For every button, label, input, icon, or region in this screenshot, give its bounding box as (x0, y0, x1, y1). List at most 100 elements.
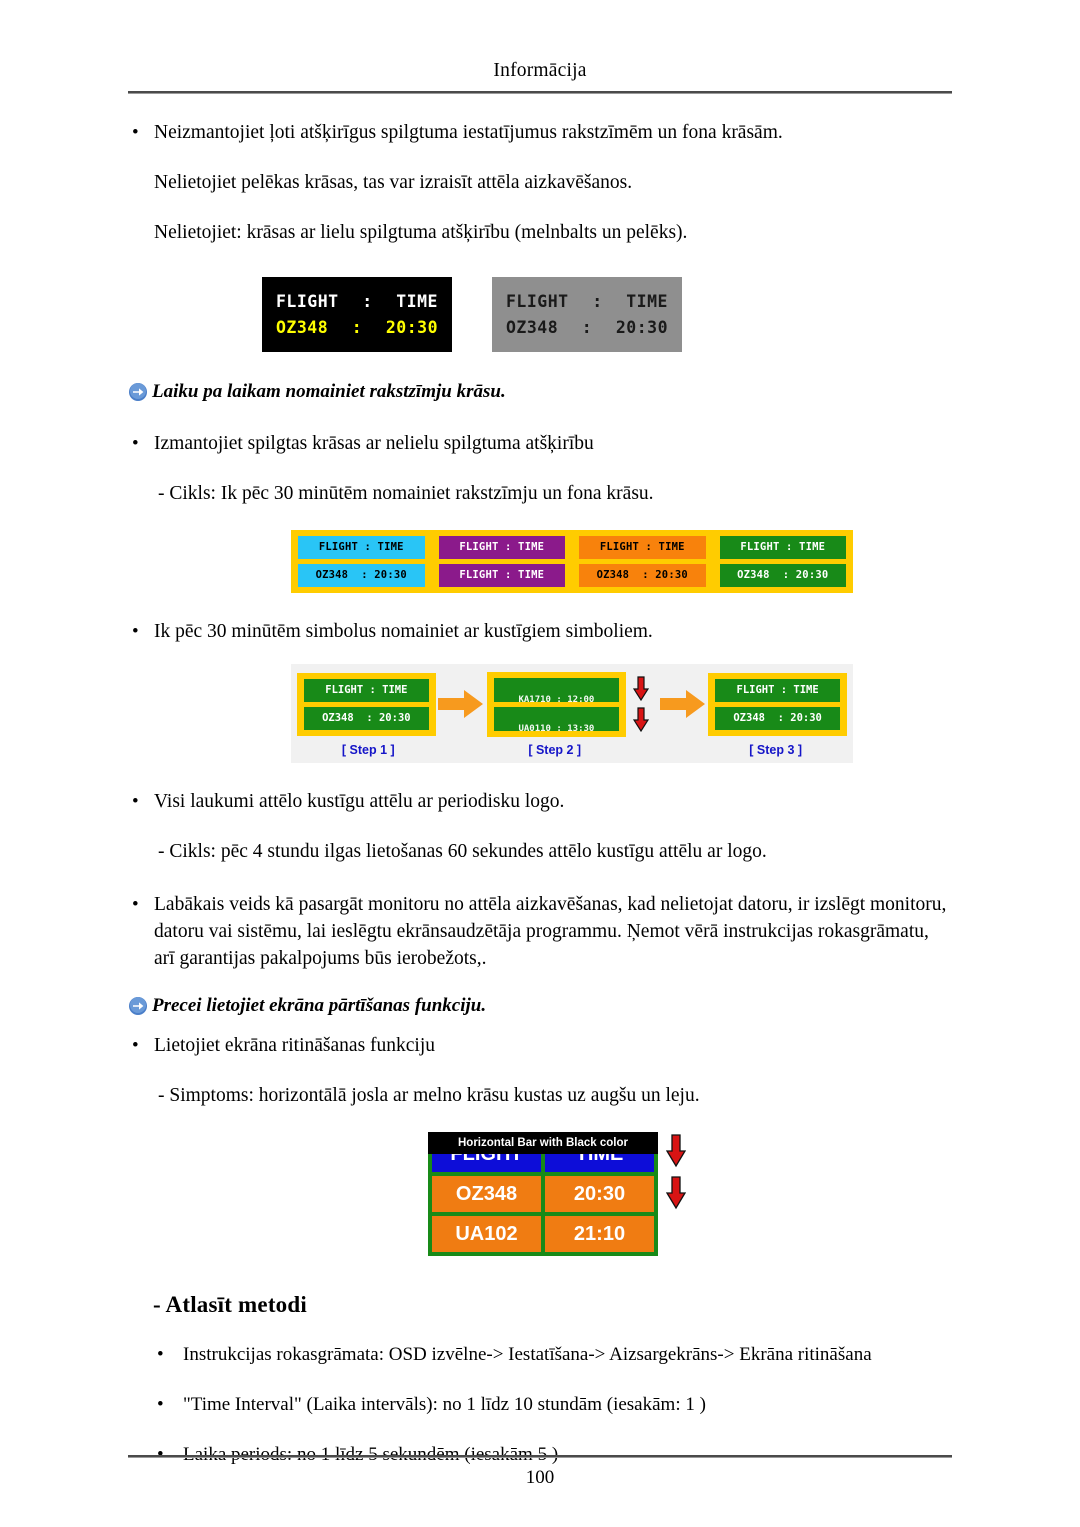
arrow-right-icon-2 (657, 689, 708, 719)
bullet-glyph: • (132, 790, 139, 812)
panel-row-1: FLIGHT : TIME (298, 535, 425, 559)
panel-row-2: OZ348 : 20:30 (579, 563, 706, 588)
intro-paragraph-1: Nelietojiet pelēkas krāsas, tas var izra… (154, 172, 633, 194)
board-line-header: FLIGHT : TIME (506, 289, 668, 315)
method-item-1: • Instrukcijas rokasgrāmata: OSD izvēlne… (153, 1342, 952, 1368)
panel-row-2: FLIGHT : TIME (438, 563, 565, 588)
black-contrast-board: FLIGHT : TIME OZ348 : 20:30 (262, 277, 452, 353)
footer-divider (128, 1455, 952, 1458)
board-time-value: 20:30 (385, 317, 438, 337)
logo-cycle-note: - Cikls: pēc 4 stundu ilgas lietošanas 6… (158, 840, 767, 862)
bullet-glyph: • (157, 1394, 164, 1416)
hbar-time-2: 21:10 (545, 1215, 654, 1252)
arrow-right-icon-1 (436, 689, 487, 719)
steps-labels-row: [ Step 1 ] [ Step 2 ] [ Step 3 ] (297, 743, 847, 757)
orange-panel: FLIGHT : TIME OZ348 : 20:30 (572, 529, 713, 594)
step-1-label: [ Step 1 ] (341, 742, 395, 757)
panel-row-1: FLIGHT : TIME (719, 535, 846, 559)
arrow-down-icon-2 (633, 707, 650, 733)
steps-row: FLIGHT : TIME OZ348 : 20:30 KA1710 : 12:… (297, 671, 847, 737)
step-3-row-1: FLIGHT : TIME (715, 678, 840, 702)
horizontal-bar-figure: Horizontal Bar with Black color FLIGHT T… (428, 1131, 713, 1256)
symptom-note: - Simptoms: horizontālā josla ar melno k… (158, 1085, 700, 1107)
bright-colors-bullet: • Izmantojiet spilgtas krāsas ar nelielu… (128, 431, 952, 458)
screen-scroll-bullet: • Lietojiet ekrāna ritināšanas funkciju (128, 1033, 952, 1060)
panel-row-1: FLIGHT : TIME (438, 535, 565, 559)
arrow-down-icon-1 (666, 1134, 686, 1168)
gray-contrast-board: FLIGHT : TIME OZ348 : 20:30 (492, 277, 682, 353)
blue-arrow-icon (128, 382, 150, 402)
panel-row-2: OZ348 : 20:30 (719, 563, 846, 588)
logo-fields-text: Visi laukumi attēlo kustīgu attēlu ar pe… (154, 790, 565, 812)
step-3-row-2: OZ348 : 20:30 (715, 706, 840, 731)
board-separator: : (592, 292, 603, 312)
method-item-2: • "Time Interval" (Laika intervāls): no … (153, 1392, 952, 1418)
step-2-label: [ Step 2 ] (528, 742, 582, 757)
board-time-label: TIME (626, 292, 668, 312)
step-1-row-2: OZ348 : 20:30 (304, 706, 429, 731)
page-number: 100 (525, 1467, 555, 1488)
board-line-data: OZ348 : 20:30 (506, 315, 668, 341)
header-title: Informācija (493, 60, 587, 81)
step-1-board: FLIGHT : TIME OZ348 : 20:30 (297, 672, 436, 737)
board-line-header: FLIGHT : TIME (276, 289, 438, 315)
board-flight-label: FLIGHT (506, 292, 569, 312)
step-2-scroll-top: KA1710 : 12:00 AA0025 : 12:35 (494, 677, 619, 702)
hbar-flight-1: OZ348 (432, 1175, 541, 1212)
bullet-glyph: • (132, 621, 139, 643)
hbar-data-row: UA102 21:10 (432, 1215, 654, 1252)
page-header: Informācija (128, 0, 952, 95)
callout-text: Precei lietojiet ekrāna pārtīšanas funkc… (152, 995, 487, 1017)
black-bar-overlay: Horizontal Bar with Black color (428, 1131, 658, 1154)
best-protection-bullet: • Labākais veids kā pasargāt monitoru no… (128, 892, 952, 973)
logo-fields-bullet: • Visi laukumi attēlo kustīgu attēlu ar … (128, 789, 952, 816)
panel-row-1: FLIGHT : TIME (579, 535, 706, 559)
green-panel: FLIGHT : TIME OZ348 : 20:30 (712, 529, 853, 594)
board-time-value: 20:30 (615, 317, 668, 337)
board-time-label: TIME (396, 292, 438, 312)
hbar-direction-arrows (666, 1134, 686, 1210)
step-2-scroll-line-a: KA1710 : 12:00 (518, 694, 595, 702)
cyan-panel: FLIGHT : TIME OZ348 : 20:30 (291, 529, 432, 594)
purple-panel: FLIGHT : TIME FLIGHT : TIME (431, 529, 572, 594)
arrow-down-icon-1 (633, 676, 650, 702)
intro-bullet-text: Neizmantojiet ļoti atšķirīgus spilgtuma … (154, 122, 783, 144)
callout-screen-refresh: Precei lietojiet ekrāna pārtīšanas funkc… (128, 994, 952, 1019)
screen-scroll-text: Lietojiet ekrāna ritināšanas funkciju (154, 1035, 436, 1057)
board-flight-number: OZ348 (276, 317, 329, 337)
bullet-glyph: • (132, 893, 139, 915)
page-footer: 100 (128, 1455, 952, 1489)
callout-change-character-color: Laiku pa laikam nomainiet rakstzīmju krā… (128, 380, 952, 405)
hbar-time-1: 20:30 (545, 1175, 654, 1212)
step-1-row-1: FLIGHT : TIME (304, 678, 429, 702)
bullet-glyph: • (132, 1035, 139, 1057)
board-separator: : (362, 292, 373, 312)
step-2-scroll-line-c: UA0110 : 13:30 (518, 723, 595, 731)
document-page: Informācija • Neizmantojiet ļoti atšķirī… (0, 0, 1080, 1527)
hbar-flight-2: UA102 (432, 1215, 541, 1252)
arrow-down-icon-2 (666, 1176, 686, 1210)
method-item-1-text: Instrukcijas rokasgrāmata: OSD izvēlne->… (183, 1343, 872, 1365)
method-item-2-text: "Time Interval" (Laika intervāls): no 1 … (183, 1394, 706, 1416)
best-protection-text: Labākais veids kā pasargāt monitoru no a… (154, 893, 947, 969)
header-divider (128, 91, 952, 95)
hbar-board: Horizontal Bar with Black color FLIGHT T… (428, 1131, 658, 1256)
intro-bullet: • Neizmantojiet ļoti atšķirīgus spilgtum… (128, 120, 952, 147)
step-2-scroll-bottom: UA0110 : 13:30 KL0125 : 13:50 (494, 706, 619, 731)
bullet-glyph: • (157, 1343, 164, 1365)
step-3-board: FLIGHT : TIME OZ348 : 20:30 (708, 672, 847, 737)
moving-symbols-bullet: • Ik pēc 30 minūtēm simbolus nomainiet a… (128, 619, 952, 646)
step-3-label: [ Step 3 ] (749, 742, 803, 757)
intro-paragraph-2: Nelietojiet: krāsas ar lielu spilgtuma a… (154, 222, 688, 244)
board-flight-number: OZ348 (506, 317, 559, 337)
contrast-boards-figure: FLIGHT : TIME OZ348 : 20:30 FLIGHT : TIM… (262, 277, 952, 353)
bright-colors-cycle-note: - Cikls: Ik pēc 30 minūtēm nomainiet rak… (158, 482, 654, 504)
step-2-board: KA1710 : 12:00 AA0025 : 12:35 UA0110 : 1… (487, 671, 626, 737)
bullet-glyph: • (132, 122, 139, 144)
callout-text: Laiku pa laikam nomainiet rakstzīmju krā… (152, 381, 506, 403)
bright-colors-text: Izmantojiet spilgtas krāsas ar nelielu s… (154, 432, 594, 454)
moving-symbols-text: Ik pēc 30 minūtēm simbolus nomainiet ar … (154, 621, 653, 643)
board-flight-label: FLIGHT (276, 292, 339, 312)
